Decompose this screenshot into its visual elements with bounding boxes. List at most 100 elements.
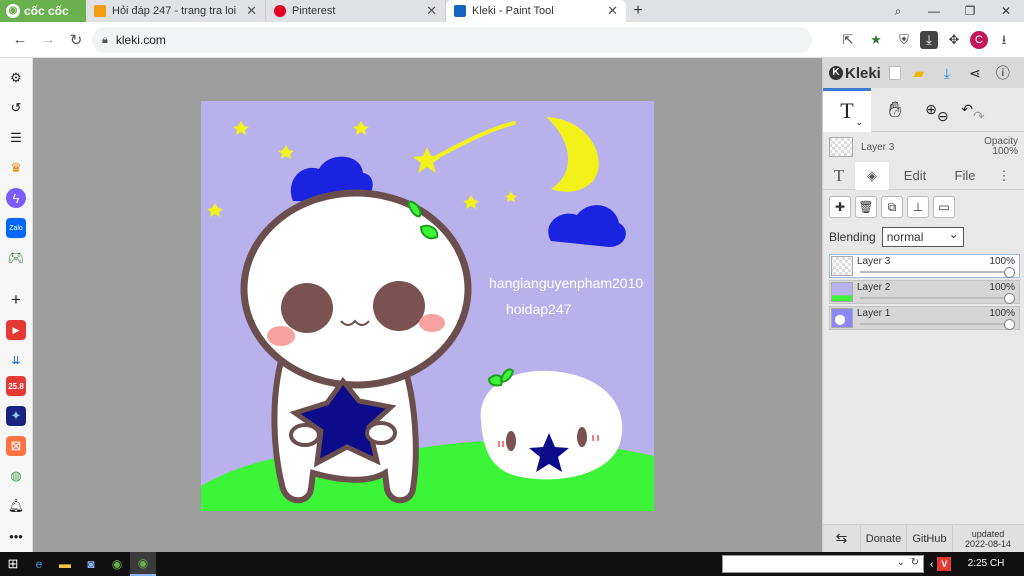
github-link[interactable]: GitHub (907, 524, 953, 553)
layer-row[interactable]: Layer 3 100% (829, 254, 1020, 278)
zoom-out-icon[interactable]: ⊖ (937, 108, 949, 125)
profile-avatar[interactable]: C (970, 31, 988, 49)
bell-icon[interactable]: 🔔︎ (6, 496, 26, 516)
taskbar-clock[interactable]: 2:25 CH (962, 552, 1010, 576)
bonus-icon[interactable]: ⊠ (6, 436, 26, 456)
coccoc-active-taskbar-icon[interactable]: ◉ (130, 552, 156, 576)
history-icon[interactable]: ↺ (6, 98, 26, 118)
tool-row: T ⌄ ✋︎ ⊕ ⊖ ↶ ↷ (823, 87, 1024, 132)
tab-edit[interactable]: Edit (889, 162, 941, 190)
minimize-icon[interactable]: — (916, 0, 952, 22)
restore-icon[interactable]: ❐ (952, 0, 988, 22)
undo-icon[interactable]: ↶ (961, 101, 973, 118)
list-icon[interactable]: ☰ (6, 128, 26, 148)
add-icon[interactable]: + (6, 290, 26, 310)
close-tab-icon[interactable]: ✕ (426, 3, 437, 19)
undo-redo-buttons[interactable]: ↶ ↷ (955, 88, 991, 132)
game-icon[interactable]: 🎮︎ (6, 248, 26, 268)
panel-footer: ⇆ Donate GitHub updated 2022-08-14 (823, 524, 1024, 553)
more-vertical-icon[interactable]: ⋮ (989, 162, 1019, 190)
delete-layer-icon[interactable]: 🗑︎ (855, 196, 877, 218)
close-tab-icon[interactable]: ✕ (607, 3, 618, 19)
tab-hoidap247[interactable]: Hỏi đáp 247 - trang tra loi ✕ (86, 0, 266, 22)
share-icon[interactable]: ⋖ (965, 65, 985, 82)
zoom-buttons[interactable]: ⊕ ⊖ (919, 88, 955, 132)
layer-opacity-slider[interactable] (860, 319, 1015, 330)
zoom-in-icon[interactable]: ⊕ (925, 101, 937, 118)
layer-opacity-slider[interactable] (860, 293, 1015, 304)
current-layer-info: Layer 3 Opacity 100% (823, 132, 1024, 162)
download-icon[interactable]: ⇊ (6, 350, 26, 370)
maps-icon[interactable]: ◍ (6, 466, 26, 486)
open-folder-icon[interactable]: ▰ (909, 65, 929, 82)
layer-opacity: 100% (989, 282, 1015, 293)
tray-arrow-icon[interactable]: ‹ (930, 559, 933, 570)
downloads-icon[interactable]: ⭳ (992, 28, 1016, 52)
tray-badge-icon[interactable]: V (937, 557, 952, 571)
shield-icon[interactable]: ⛨ (892, 28, 916, 52)
refresh-icon[interactable]: ↻ (911, 557, 919, 568)
text-tool-button[interactable]: T ⌄ (823, 87, 871, 132)
edge-icon[interactable]: e (26, 552, 52, 576)
big-left-eye (281, 283, 333, 333)
forward-arrow-icon[interactable]: → (34, 31, 62, 48)
back-arrow-icon[interactable]: ← (6, 31, 34, 48)
updated-date: 2022-08-14 (964, 538, 1012, 549)
layer-row[interactable]: Layer 1 100% (829, 306, 1020, 330)
layer-row[interactable]: Layer 2 100% (829, 280, 1020, 304)
help-icon[interactable]: ⓘ (993, 63, 1013, 83)
merge-layer-icon[interactable]: ⊥ (907, 196, 929, 218)
windows-start-icon[interactable]: ⊞ (0, 552, 26, 576)
tab-kleki[interactable]: Kleki - Paint Tool ✕ (446, 0, 626, 22)
add-layer-icon[interactable]: ✚ (829, 196, 851, 218)
big-character-head (240, 189, 472, 389)
new-tab-button[interactable]: + (626, 0, 650, 22)
tab-layers[interactable]: ◈ (855, 161, 889, 190)
small-right-eye (577, 427, 587, 447)
more-icon[interactable]: ••• (6, 526, 26, 546)
messenger-icon[interactable]: ϟ (6, 188, 26, 208)
close-window-icon[interactable]: ✕ (988, 0, 1024, 22)
taskbar-search-box[interactable]: ⌄ ↻ (722, 555, 924, 573)
tab-pinterest[interactable]: Pinterest ✕ (266, 0, 446, 22)
duplicate-layer-icon[interactable]: ⧉ (881, 196, 903, 218)
shooting-star (413, 147, 441, 173)
game-cover-icon[interactable]: ✦ (6, 406, 26, 426)
tab-search-icon[interactable]: ⌕ (880, 0, 916, 22)
rename-layer-icon[interactable]: ▭ (933, 196, 955, 218)
kleki-panel: K Kleki ▰ ⤓ ⋖ ⓘ T ⌄ ✋︎ ⊕ ⊖ ↶ ↷ Layer 3 Opa… (822, 58, 1024, 553)
layer-opacity: 100% (989, 256, 1015, 267)
hand-tool-button[interactable]: ✋︎ (871, 88, 919, 132)
file-explorer-icon[interactable]: ▬ (52, 552, 78, 576)
address-bar[interactable]: 🔒︎ kleki.com (92, 27, 812, 53)
layer-opacity-slider[interactable] (860, 267, 1015, 278)
savior-download-icon[interactable]: ⤓ (920, 31, 938, 49)
youtube-icon[interactable]: ▶ (6, 320, 26, 340)
redo-icon[interactable]: ↷ (973, 108, 985, 125)
layer-thumbnail (831, 308, 853, 328)
bookmark-star-icon[interactable]: ★ (864, 28, 888, 52)
crown-icon[interactable]: ♛ (6, 158, 26, 178)
extensions-icon[interactable]: ✥ (942, 28, 966, 52)
browser-brand[interactable]: ◉ cốc cốc (0, 0, 86, 22)
zalo-taskbar-icon[interactable]: ◙ (78, 552, 104, 576)
settings-icon[interactable]: ⚙ (6, 68, 26, 88)
tab-brush-settings[interactable]: T (823, 162, 855, 190)
swap-panel-icon[interactable]: ⇆ (823, 524, 861, 553)
kleki-logo[interactable]: K Kleki (829, 65, 881, 82)
calendar-icon[interactable]: 25.8 (6, 376, 26, 396)
blending-select[interactable]: normal (881, 225, 964, 247)
chevron-down-icon[interactable]: ⌄ (897, 557, 905, 568)
coccoc-taskbar-icon[interactable]: ◉ (104, 552, 130, 576)
share-icon[interactable]: ⇱ (836, 28, 860, 52)
save-download-icon[interactable]: ⤓ (937, 65, 957, 82)
donate-link[interactable]: Donate (861, 524, 907, 553)
reload-icon[interactable]: ↻ (62, 31, 90, 49)
lock-icon: 🔒︎ (102, 33, 108, 46)
close-tab-icon[interactable]: ✕ (246, 3, 257, 19)
new-image-icon[interactable] (888, 66, 901, 80)
drawing-canvas[interactable]: hangianguyenpham2010 hoidap247 (201, 101, 654, 511)
tab-file[interactable]: File (941, 162, 989, 190)
zalo-icon[interactable]: Zalo (6, 218, 26, 238)
kleki-logo-text: Kleki (845, 64, 881, 82)
